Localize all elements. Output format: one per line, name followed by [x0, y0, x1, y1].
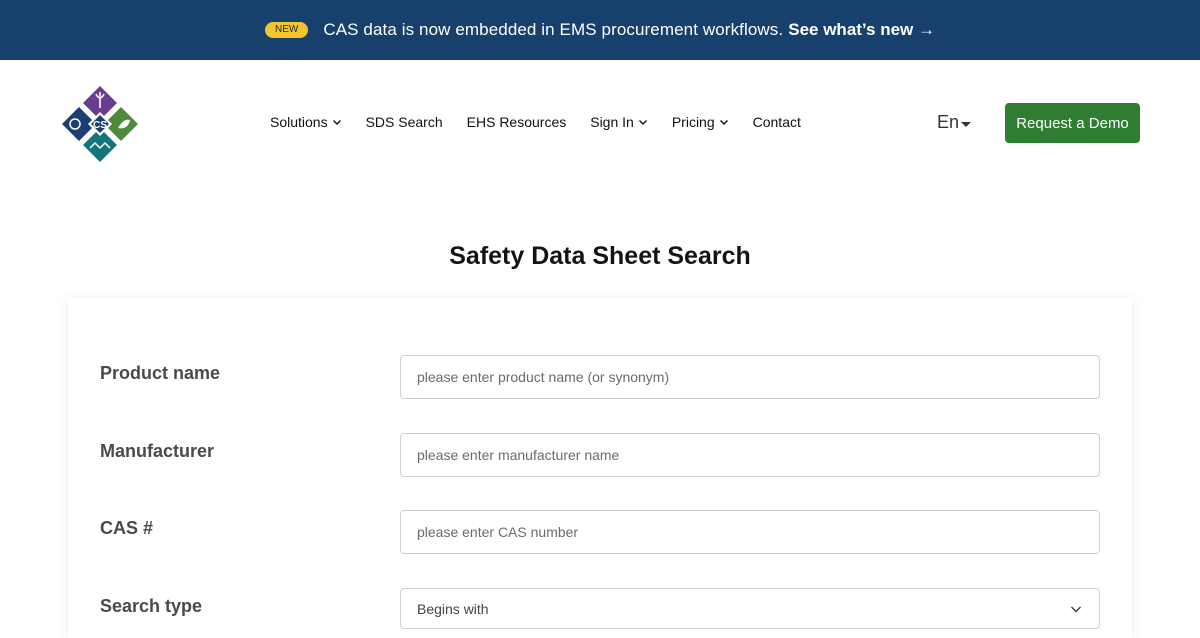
page-title: Safety Data Sheet Search [449, 242, 751, 270]
chevron-down-icon [1070, 605, 1082, 613]
search-type-label: Search type [100, 596, 203, 616]
manufacturer-input[interactable] [400, 433, 1100, 477]
cas-row: CAS # [68, 510, 1132, 556]
sds-search-form: Product name Manufacturer CAS # Search t… [68, 298, 1132, 638]
new-badge: NEW [265, 22, 309, 38]
site-header: CS Solutions SDS Search EHS Resources Si… [0, 60, 1200, 185]
manufacturer-label: Manufacturer [100, 441, 215, 461]
cas-label: CAS # [100, 518, 154, 538]
manufacturer-row: Manufacturer [68, 433, 1132, 479]
announcement-message: CAS data is now embedded in EMS procurem… [323, 20, 784, 39]
main-nav: Solutions SDS Search EHS Resources Sign … [270, 114, 825, 130]
request-demo-button[interactable]: Request a Demo [1005, 103, 1140, 143]
chevron-down-icon [719, 120, 728, 125]
nav-label: Pricing [671, 114, 715, 130]
nav-label: EHS Resources [466, 114, 567, 130]
language-selector[interactable]: En [937, 112, 972, 133]
nav-label: SDS Search [365, 114, 443, 130]
nav-label: Sign In [590, 114, 634, 130]
announcement-bar: NEW CAS data is now embedded in EMS proc… [0, 0, 1200, 60]
nav-item-solutions[interactable]: Solutions [270, 114, 342, 130]
nav-item-contact[interactable]: Contact [753, 114, 801, 130]
nav-item-sds-search[interactable]: SDS Search [366, 114, 443, 130]
search-type-row: Search type Begins with [68, 588, 1132, 634]
see-whats-new-link[interactable]: See what’s new → [788, 20, 935, 40]
cas-number-input[interactable] [400, 510, 1100, 554]
search-type-value: Begins with [417, 600, 489, 617]
language-label: En [937, 112, 960, 132]
company-logo[interactable]: CS [60, 84, 140, 164]
nav-label: Solutions [270, 114, 328, 130]
logo-icon: CS [62, 86, 138, 162]
product-name-row: Product name [68, 355, 1132, 401]
logo-text: CS [93, 120, 107, 131]
product-name-input[interactable] [400, 355, 1100, 399]
nav-item-ehs-resources[interactable]: EHS Resources [467, 114, 567, 130]
caret-down-icon [961, 122, 972, 127]
search-type-select[interactable]: Begins with [400, 588, 1100, 629]
nav-label: Contact [752, 114, 801, 130]
chevron-down-icon [332, 120, 341, 125]
chevron-down-icon [638, 120, 647, 125]
nav-item-pricing[interactable]: Pricing [672, 114, 729, 130]
product-name-label: Product name [100, 363, 221, 383]
nav-item-sign-in[interactable]: Sign In [590, 114, 648, 130]
